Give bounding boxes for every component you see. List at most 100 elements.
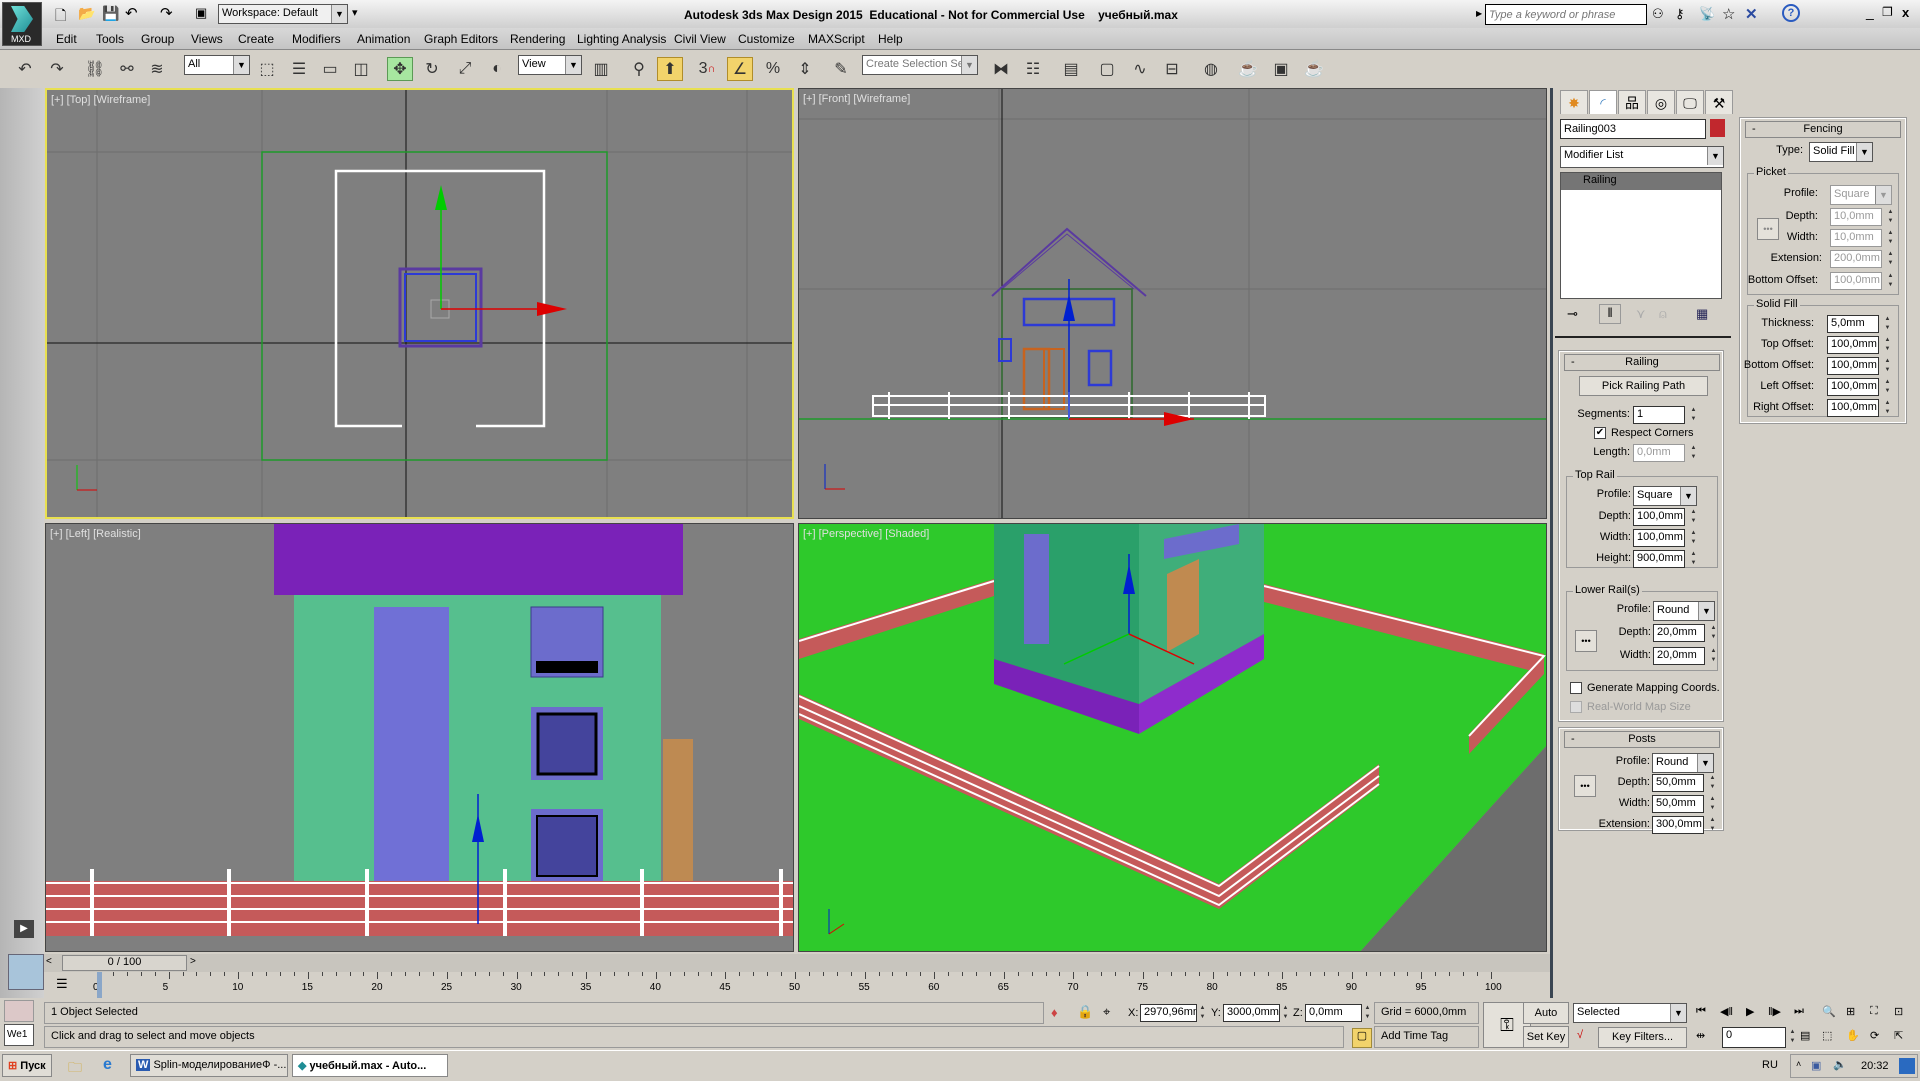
bottom-offset-input[interactable]: 100,0mm (1827, 357, 1879, 375)
time-slider-thumb[interactable]: 0 / 100 (62, 955, 187, 971)
length-input[interactable]: 0,0mm (1633, 444, 1685, 462)
menu-help[interactable]: Help (878, 32, 903, 46)
current-frame-marker[interactable] (97, 972, 102, 998)
maximize-viewport-icon[interactable]: ⇱ (1894, 1029, 1903, 1042)
close-icon[interactable]: x (1902, 5, 1909, 20)
edit-named-selection-icon[interactable]: ✎ (828, 57, 854, 81)
language-indicator[interactable]: RU (1762, 1059, 1778, 1071)
rectangular-region-icon[interactable]: ▭ (317, 57, 343, 81)
undo-icon[interactable]: ↶ (12, 57, 38, 81)
top-rail-depth-input[interactable]: 100,0mm (1633, 508, 1685, 526)
top-offset-input[interactable]: 100,0mm (1827, 336, 1879, 354)
add-time-tag[interactable]: Add Time Tag (1374, 1026, 1479, 1048)
menu-animation[interactable]: Animation (357, 32, 410, 46)
picket-depth-input[interactable]: 10,0mm (1830, 208, 1882, 226)
pin-stack-icon[interactable]: ⊸ (1567, 306, 1578, 322)
workspace-dropdown[interactable]: Workspace: Default ▼ (218, 4, 348, 24)
menu-rendering[interactable]: Rendering (510, 32, 565, 46)
layer-manager-icon[interactable]: ▤ (1058, 57, 1084, 81)
taskbar-item-3dsmax[interactable]: ◆ учебный.max - Auto... (292, 1054, 448, 1077)
zoom-extents-all-icon[interactable]: ⊡ (1894, 1005, 1903, 1018)
clock[interactable]: 20:32 (1861, 1060, 1889, 1072)
expand-arrow-icon[interactable]: ▶ (1476, 9, 1482, 18)
post-spacing-button[interactable]: ••• (1574, 775, 1596, 797)
named-selection-set-dropdown[interactable]: Create Selection Se ▼ (862, 55, 978, 75)
viewport-layout-button[interactable] (8, 954, 44, 990)
top-rail-width-input[interactable]: 100,0mm (1633, 529, 1685, 547)
network-icon[interactable]: ▣ (1811, 1059, 1821, 1072)
field-of-view-icon[interactable]: ⬚ (1822, 1029, 1832, 1042)
posts-profile-dropdown[interactable]: Round ▼ (1652, 753, 1714, 773)
isolate-selection-icon[interactable]: ♦ (1051, 1005, 1058, 1020)
next-frame-icon[interactable]: ‖▶ (1768, 1005, 1781, 1018)
menu-customize[interactable]: Customize (738, 32, 795, 46)
remove-modifier-icon[interactable]: ⍝ (1659, 306, 1667, 322)
rendered-frame-window-icon[interactable]: ▣ (1268, 57, 1294, 81)
selection-lock-icon[interactable]: 🔒 (1077, 1004, 1093, 1020)
top-rail-profile-dropdown[interactable]: Square ▼ (1633, 486, 1697, 506)
place-icon[interactable]: ◐ (484, 57, 510, 81)
start-button[interactable]: ⊞ Пуск (2, 1054, 52, 1077)
left-offset-input[interactable]: 100,0mm (1827, 378, 1879, 396)
time-configuration-icon[interactable]: ▤ (1800, 1029, 1810, 1042)
volume-icon[interactable]: 🔈 (1833, 1058, 1847, 1071)
viewport-top[interactable]: [+] [Top] [Wireframe] (45, 88, 794, 519)
align-icon[interactable]: ☷ (1020, 57, 1046, 81)
taskbar-item-word[interactable]: W Splin-моделированиеФ -... (130, 1054, 288, 1077)
unlink-icon[interactable]: ⚯ (114, 57, 140, 81)
communication-center-icon[interactable]: 📡 (1699, 6, 1715, 22)
orbit-icon[interactable]: ⟳ (1870, 1029, 1879, 1042)
modifier-list-dropdown[interactable]: Modifier List ▼ (1560, 146, 1724, 168)
key-filters-button[interactable]: Key Filters... (1598, 1027, 1687, 1048)
spinner-snap-icon[interactable]: ⇕ (792, 57, 818, 81)
keyboard-shortcut-override-icon[interactable]: ⬆ (657, 57, 683, 81)
lower-rail-width-input[interactable]: 20,0mm (1653, 647, 1705, 665)
posts-rollout-header[interactable]: - Posts (1564, 731, 1720, 748)
zoom-icon[interactable]: 🔍 (1822, 1005, 1836, 1018)
menu-tools[interactable]: Tools (96, 32, 124, 46)
selection-filter-dropdown[interactable]: All ▼ (184, 55, 250, 75)
viewport-left[interactable]: [+] [Left] [Realistic] (45, 523, 794, 952)
make-unique-icon[interactable]: ⋎ (1636, 306, 1646, 322)
save-icon[interactable]: 💾 (102, 5, 119, 22)
undo-icon[interactable]: ↶ (125, 4, 138, 22)
key-icon[interactable]: ⚷ (1675, 6, 1685, 22)
lower-rail-depth-input[interactable]: 20,0mm (1653, 624, 1705, 642)
window-crossing-icon[interactable]: ◫ (348, 57, 374, 81)
fencing-rollout-header[interactable]: - Fencing (1745, 121, 1901, 138)
picket-width-input[interactable]: 10,0mm (1830, 229, 1882, 247)
select-by-name-icon[interactable]: ☰ (286, 57, 312, 81)
menu-civil-view[interactable]: Civil View (674, 32, 726, 46)
fencing-type-dropdown[interactable]: Solid Fill ▼ (1809, 142, 1873, 162)
hierarchy-tab-icon[interactable]: 品 (1618, 90, 1646, 114)
render-setup-icon[interactable]: ☕ (1235, 57, 1261, 81)
object-name-input[interactable] (1560, 119, 1706, 139)
manipulate-icon[interactable]: ⚲ (626, 57, 652, 81)
viewport-front[interactable]: [+] [Front] [Wireframe] (798, 88, 1547, 519)
posts-width-input[interactable]: 50,0mm (1652, 795, 1704, 813)
menu-maxscript[interactable]: MAXScript (808, 32, 865, 46)
go-to-start-icon[interactable]: ⏮ (1696, 1005, 1706, 1018)
respect-corners-checkbox[interactable]: ✔ (1594, 427, 1606, 439)
set-key-button[interactable]: Set Key (1523, 1026, 1569, 1048)
time-slider[interactable]: < 0 / 100 > (44, 954, 1550, 972)
right-offset-input[interactable]: 100,0mm (1827, 399, 1879, 417)
picket-extension-input[interactable]: 200,0mm (1830, 250, 1882, 268)
configure-modifier-sets-icon[interactable]: ▦ (1696, 306, 1708, 322)
picket-bottom-offset-input[interactable]: 100,0mm (1830, 272, 1882, 290)
show-end-result-icon[interactable]: ‖ (1599, 304, 1621, 324)
next-frame-button[interactable]: > (190, 956, 196, 967)
current-frame-input[interactable]: 0 (1722, 1027, 1786, 1048)
maxscript-listener-mini[interactable] (4, 1000, 34, 1022)
pick-railing-path-button[interactable]: Pick Railing Path (1579, 376, 1708, 396)
menu-graph-editors[interactable]: Graph Editors (424, 32, 498, 46)
viewport-label[interactable]: [+] [Perspective] [Shaded] (803, 528, 929, 540)
viewport-perspective[interactable]: [+] [Perspective] [Shaded] (798, 523, 1547, 952)
top-rail-height-input[interactable]: 900,0mm (1633, 550, 1685, 568)
menu-modifiers[interactable]: Modifiers (292, 32, 341, 46)
default-tangents-icon[interactable]: √ (1577, 1029, 1583, 1041)
select-and-move-icon[interactable]: ✥ (387, 57, 413, 81)
show-desktop-icon[interactable] (1899, 1058, 1915, 1074)
motion-tab-icon[interactable]: ◎ (1647, 90, 1675, 114)
posts-depth-input[interactable]: 50,0mm (1652, 774, 1704, 792)
